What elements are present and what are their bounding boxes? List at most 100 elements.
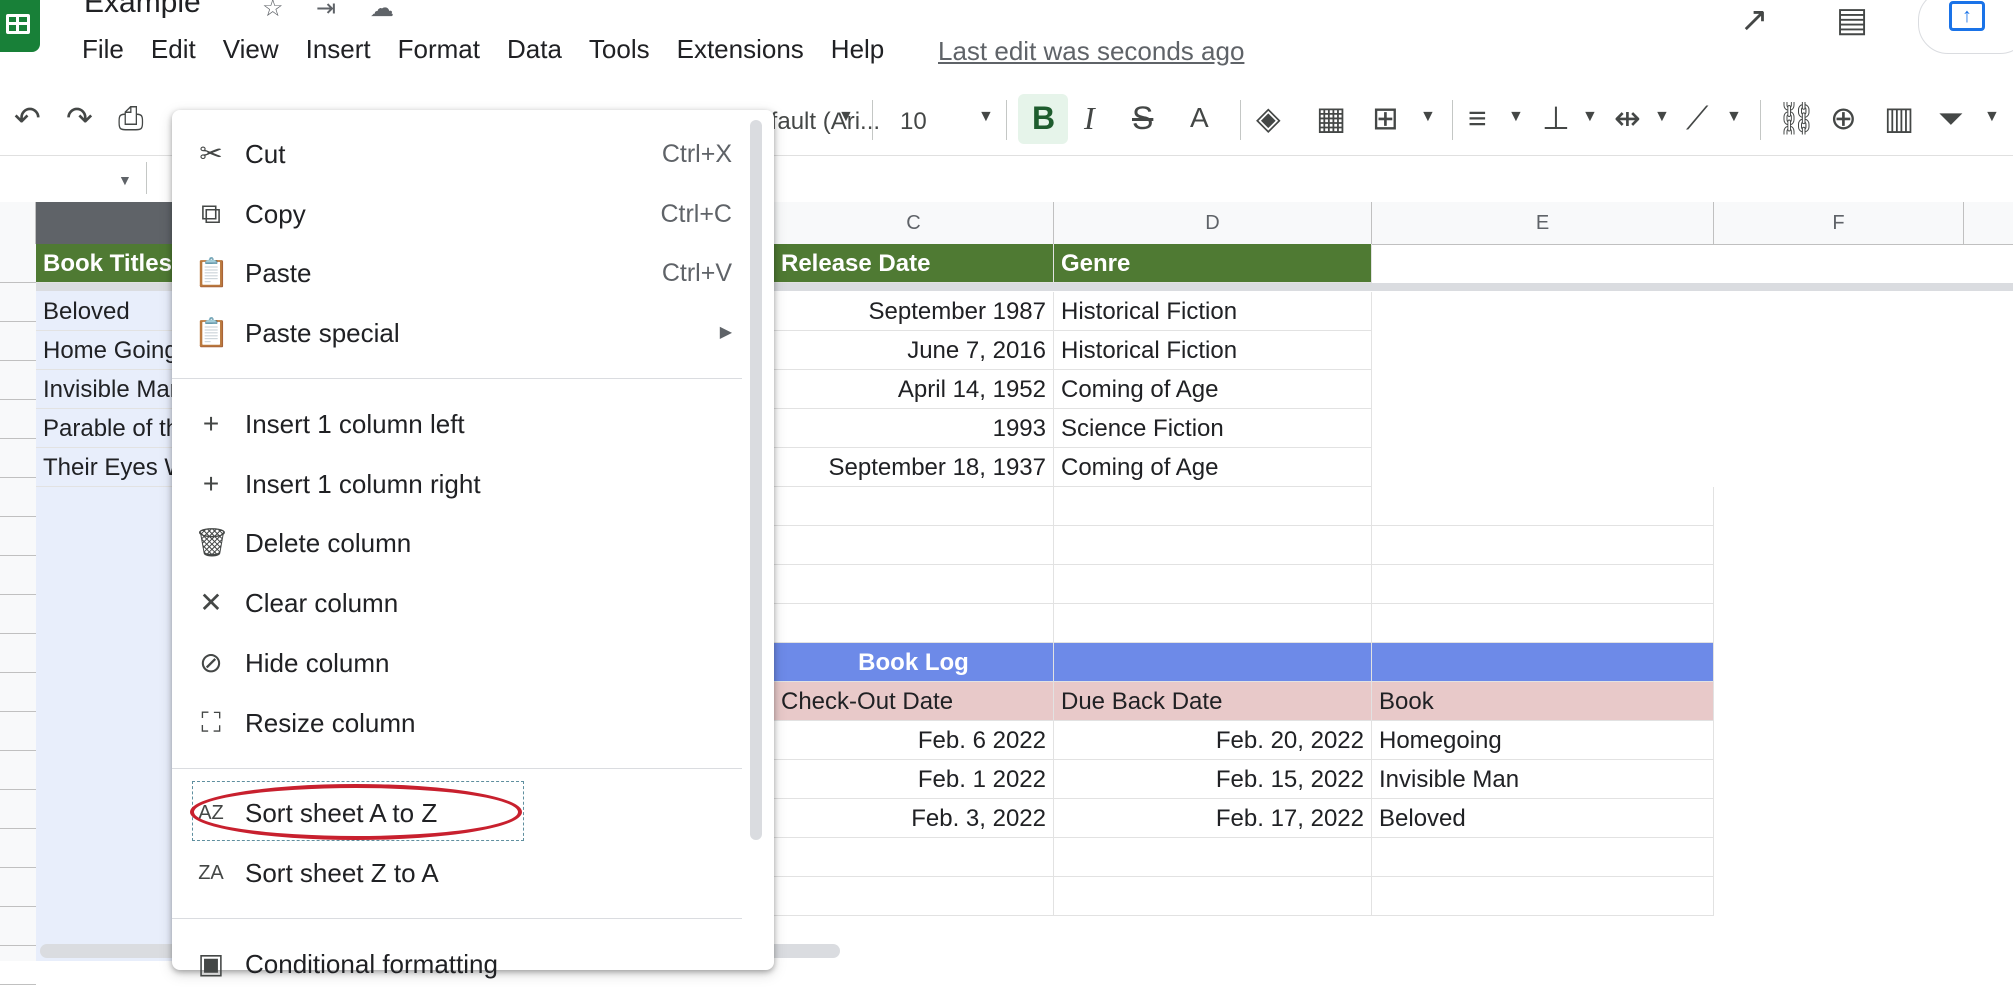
text-color-icon[interactable]: A bbox=[1190, 100, 1209, 136]
bold-button[interactable]: B bbox=[1018, 94, 1068, 144]
empty-cell[interactable] bbox=[1054, 877, 1372, 916]
cell-checkout-date[interactable]: Feb. 6 2022 bbox=[774, 721, 1054, 760]
empty-cell[interactable] bbox=[1054, 487, 1372, 526]
menu-help[interactable]: Help bbox=[831, 34, 884, 65]
menu-item-copy[interactable]: ⧉ Copy Ctrl+C bbox=[172, 186, 742, 242]
document-title[interactable]: Example bbox=[84, 0, 201, 20]
menu-item-resize-column[interactable]: ⛶ Resize column bbox=[172, 695, 742, 751]
select-all-corner[interactable] bbox=[0, 202, 36, 244]
empty-cell[interactable] bbox=[774, 838, 1054, 877]
redo-icon[interactable]: ↷ bbox=[66, 100, 93, 136]
filter-icon[interactable]: ⏷ bbox=[1938, 100, 1964, 136]
menu-file[interactable]: File bbox=[82, 34, 124, 65]
empty-cell[interactable] bbox=[1054, 604, 1372, 643]
menu-format[interactable]: Format bbox=[398, 34, 480, 65]
menu-item-insert-column-left[interactable]: + Insert 1 column left bbox=[172, 396, 742, 452]
horizontal-align-icon[interactable]: ≡ bbox=[1468, 100, 1487, 136]
text-wrapping-icon[interactable]: ⇹ bbox=[1614, 100, 1641, 136]
row-header[interactable] bbox=[0, 634, 36, 673]
insert-chart-icon[interactable]: ▥ bbox=[1884, 100, 1914, 136]
menu-data[interactable]: Data bbox=[507, 34, 562, 65]
cell-book-title[interactable]: Home Going bbox=[36, 331, 176, 370]
context-menu-scrollbar[interactable] bbox=[750, 120, 762, 840]
font-size-select[interactable]: 10 bbox=[900, 104, 927, 140]
menu-tools[interactable]: Tools bbox=[589, 34, 650, 65]
present-button[interactable]: ↑ bbox=[1918, 0, 2013, 54]
sheets-logo-icon[interactable] bbox=[0, 0, 40, 52]
row-header[interactable] bbox=[0, 439, 36, 478]
cell-genre[interactable]: Historical Fiction bbox=[1054, 331, 1372, 370]
insert-comment-icon[interactable]: ⊕ bbox=[1830, 100, 1857, 136]
cell-book-title[interactable]: Their Eyes W bbox=[36, 448, 176, 487]
cloud-saved-icon[interactable]: ☁ bbox=[370, 0, 394, 23]
cell-due-back-header[interactable]: Due Back Date bbox=[1054, 682, 1372, 721]
comments-icon[interactable]: ▤ bbox=[1836, 0, 1868, 40]
menu-insert[interactable]: Insert bbox=[306, 34, 371, 65]
cell-book-log-fill[interactable] bbox=[1054, 643, 1372, 682]
empty-cell[interactable] bbox=[1054, 838, 1372, 877]
cell-book-title[interactable]: Invisible Man bbox=[36, 370, 176, 409]
row-header[interactable] bbox=[0, 829, 36, 868]
column-header-e[interactable]: E bbox=[1372, 202, 1714, 244]
row-header[interactable] bbox=[0, 868, 36, 907]
cell-book-log-title[interactable]: Book Log bbox=[774, 643, 1054, 682]
column-header-c[interactable]: C bbox=[774, 202, 1054, 244]
row-header[interactable] bbox=[0, 946, 36, 985]
cell-due-back-date[interactable]: Feb. 20, 2022 bbox=[1054, 721, 1372, 760]
row-header[interactable] bbox=[0, 556, 36, 595]
column-header-b-selected[interactable] bbox=[36, 202, 176, 244]
menu-extensions[interactable]: Extensions bbox=[677, 34, 804, 65]
empty-cell[interactable] bbox=[1372, 526, 1714, 565]
cell-genre[interactable]: Science Fiction bbox=[1054, 409, 1372, 448]
cell-book[interactable]: Invisible Man bbox=[1372, 760, 1714, 799]
cell-release-date[interactable]: September 1987 bbox=[774, 292, 1054, 331]
cell-release-date[interactable]: 1993 bbox=[774, 409, 1054, 448]
menu-item-paste[interactable]: 📋 Paste Ctrl+V bbox=[172, 245, 742, 301]
menu-item-sort-z-to-a[interactable]: ZA Sort sheet Z to A bbox=[172, 845, 742, 901]
cell-book-titles-header[interactable]: Book Titles bbox=[36, 244, 176, 283]
empty-cell[interactable] bbox=[774, 526, 1054, 565]
menu-item-clear-column[interactable]: ✕ Clear column bbox=[172, 575, 742, 631]
empty-cell[interactable] bbox=[1054, 526, 1372, 565]
cell-book[interactable]: Homegoing bbox=[1372, 721, 1714, 760]
insert-link-icon[interactable]: ⛓ bbox=[1776, 100, 1817, 136]
empty-cell[interactable] bbox=[774, 565, 1054, 604]
borders-icon[interactable]: ▦ bbox=[1316, 100, 1346, 136]
fill-color-icon[interactable]: ◈ bbox=[1256, 100, 1281, 136]
cell-checkout-date[interactable]: Feb. 1 2022 bbox=[774, 760, 1054, 799]
cell-release-date-header[interactable]: Release Date bbox=[774, 244, 1054, 283]
menu-item-conditional-formatting[interactable]: ▣ Conditional formatting bbox=[172, 936, 742, 992]
row-header[interactable] bbox=[0, 478, 36, 517]
cell-genre[interactable]: Historical Fiction bbox=[1054, 292, 1372, 331]
menu-item-delete-column[interactable]: 🗑 Delete column bbox=[172, 515, 742, 571]
cell-checkout-header[interactable]: Check-Out Date bbox=[774, 682, 1054, 721]
menu-item-cut[interactable]: ✂ Cut Ctrl+X bbox=[172, 126, 742, 182]
empty-cell[interactable] bbox=[774, 604, 1054, 643]
vertical-align-icon[interactable]: ⊥ bbox=[1542, 100, 1570, 136]
cell-checkout-date[interactable]: Feb. 3, 2022 bbox=[774, 799, 1054, 838]
column-header-d[interactable]: D bbox=[1054, 202, 1372, 244]
row-header[interactable] bbox=[0, 673, 36, 712]
italic-icon[interactable]: I bbox=[1084, 100, 1095, 136]
cell-book-header[interactable]: Book bbox=[1372, 682, 1714, 721]
empty-cell[interactable] bbox=[774, 487, 1054, 526]
empty-cell[interactable] bbox=[1372, 604, 1714, 643]
row-header[interactable] bbox=[0, 790, 36, 829]
row-header[interactable] bbox=[0, 595, 36, 634]
cell-release-date[interactable]: June 7, 2016 bbox=[774, 331, 1054, 370]
empty-cell[interactable] bbox=[1372, 877, 1714, 916]
row-header[interactable] bbox=[0, 517, 36, 556]
name-box-chevron-icon[interactable]: ▼ bbox=[118, 172, 132, 188]
row-header[interactable] bbox=[0, 361, 36, 400]
menu-item-paste-special[interactable]: 📋 Paste special ▶ bbox=[172, 305, 742, 361]
menu-view[interactable]: View bbox=[223, 34, 279, 65]
activity-trend-icon[interactable]: ↗ bbox=[1740, 0, 1769, 40]
cell-due-back-date[interactable]: Feb. 17, 2022 bbox=[1054, 799, 1372, 838]
row-header[interactable] bbox=[0, 751, 36, 790]
cell-book-title[interactable]: Parable of the bbox=[36, 409, 176, 448]
row-header[interactable] bbox=[0, 907, 36, 946]
menu-edit[interactable]: Edit bbox=[151, 34, 196, 65]
print-icon[interactable]: ⎙ bbox=[118, 100, 144, 136]
cell-book-log-fill[interactable] bbox=[1372, 643, 1714, 682]
menu-item-insert-column-right[interactable]: + Insert 1 column right bbox=[172, 456, 742, 512]
